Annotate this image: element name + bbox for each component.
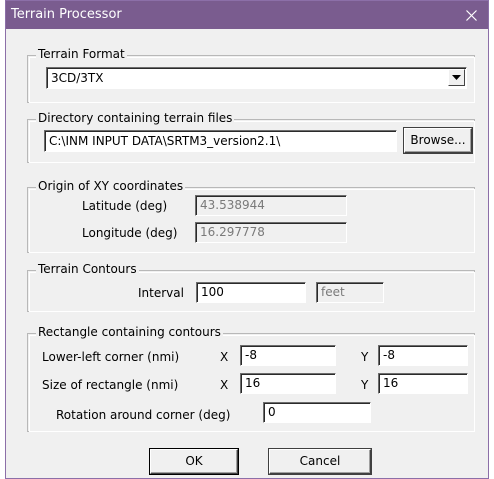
close-button[interactable] <box>460 4 482 26</box>
lower-left-label: Lower-left corner (nmi) <box>42 350 180 364</box>
size-x-label: X <box>220 378 229 392</box>
lower-left-y-input[interactable]: -8 <box>378 345 468 366</box>
terrain-format-group: Terrain Format 3CD/3TX <box>27 47 475 103</box>
lower-left-x-input[interactable]: -8 <box>240 345 336 366</box>
origin-legend: Origin of XY coordinates <box>36 179 186 193</box>
size-x-input[interactable]: 16 <box>240 373 336 394</box>
latitude-value: 43.538944 <box>200 198 265 212</box>
terrain-format-legend: Terrain Format <box>36 47 127 61</box>
interval-unit-field: feet <box>316 282 384 303</box>
rotation-input[interactable]: 0 <box>263 402 371 423</box>
rotation-value: 0 <box>268 405 276 419</box>
directory-group: Directory containing terrain files C:\IN… <box>27 111 475 163</box>
terrain-contours-group: Terrain Contours Interval 100 feet <box>27 262 475 312</box>
directory-path-value: C:\INM INPUT DATA\SRTM3_version2.1\ <box>49 134 281 148</box>
longitude-value: 16.297778 <box>200 225 265 239</box>
interval-label: Interval <box>138 286 184 300</box>
size-x-value: 16 <box>245 376 261 390</box>
size-y-value: 16 <box>383 376 399 390</box>
browse-button[interactable]: Browse... <box>403 127 473 154</box>
size-y-input[interactable]: 16 <box>378 373 468 394</box>
interval-input[interactable]: 100 <box>196 282 306 303</box>
window-title: Terrain Processor <box>11 7 122 22</box>
terrain-contours-legend: Terrain Contours <box>36 262 139 276</box>
terrain-format-select[interactable]: 3CD/3TX <box>46 67 467 89</box>
chevron-down-icon <box>452 75 461 80</box>
size-y-label: Y <box>361 378 369 392</box>
title-bar[interactable]: Terrain Processor <box>6 1 488 29</box>
dropdown-button[interactable] <box>448 69 465 86</box>
interval-unit: feet <box>321 285 345 299</box>
lower-left-y-value: -8 <box>383 348 395 362</box>
origin-group: Origin of XY coordinates Latitude (deg) … <box>27 179 475 253</box>
terrain-format-value: 3CD/3TX <box>51 71 104 85</box>
lower-left-y-label: Y <box>361 350 369 364</box>
longitude-label: Longitude (deg) <box>82 226 178 240</box>
ok-button[interactable]: OK <box>149 448 239 475</box>
lower-left-x-value: -8 <box>245 348 257 362</box>
interval-value: 100 <box>201 285 224 299</box>
latitude-field: 43.538944 <box>195 195 347 216</box>
rectangle-legend: Rectangle containing contours <box>36 325 223 339</box>
close-icon <box>465 9 477 21</box>
directory-legend: Directory containing terrain files <box>36 111 235 125</box>
lower-left-x-label: X <box>220 350 229 364</box>
longitude-field: 16.297778 <box>195 222 347 243</box>
directory-path-input[interactable]: C:\INM INPUT DATA\SRTM3_version2.1\ <box>44 130 397 152</box>
rectangle-group: Rectangle containing contours Lower-left… <box>27 325 475 432</box>
latitude-label: Latitude (deg) <box>82 199 168 213</box>
terrain-processor-dialog: Terrain Processor Terrain Format 3CD/3TX… <box>5 0 489 479</box>
size-label: Size of rectangle (nmi) <box>42 378 179 392</box>
cancel-button[interactable]: Cancel <box>268 448 372 475</box>
rotation-label: Rotation around corner (deg) <box>56 408 231 422</box>
